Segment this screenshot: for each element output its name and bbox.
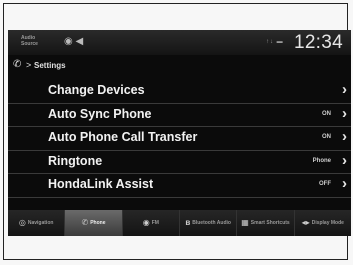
settings-list: Change Devices › Auto Sync Phone ON › Au… xyxy=(8,80,351,198)
page-title: Settings xyxy=(34,61,66,70)
figure-frame: Audio Source ◉ ◀ ↑↓ ▬ 12:34 ✆ > Settings… xyxy=(3,3,351,260)
chevron-right-icon: › xyxy=(342,128,347,145)
tab-fm[interactable]: ◉ FM xyxy=(122,210,180,236)
display-mode-icon: ◂▸ xyxy=(301,218,310,227)
tab-smart-shortcuts[interactable]: ▦ Smart Shortcuts xyxy=(237,210,295,236)
radio-icon: ◉ xyxy=(142,218,150,227)
tab-label: Navigation xyxy=(27,220,54,226)
grid-icon: ▦ xyxy=(241,218,249,227)
tab-display-mode[interactable]: ◂▸ Display Mode xyxy=(294,210,351,236)
chevron-right-icon: › xyxy=(342,175,347,192)
clock: 12:34 xyxy=(293,32,343,53)
tab-label: FM xyxy=(151,220,159,226)
breadcrumb: ✆ > Settings xyxy=(8,57,351,75)
menu-item-label: HondaLink Assist xyxy=(48,177,154,191)
menu-item-label: Auto Sync Phone xyxy=(48,106,152,121)
navigation-icon: ◎ xyxy=(18,218,26,227)
chevron-right-icon: › xyxy=(342,104,347,122)
tab-label: Phone xyxy=(90,220,106,226)
menu-item-value: OFF xyxy=(319,181,331,187)
menu-item-label: Auto Phone Call Transfer xyxy=(48,130,198,144)
chevron-right-icon: › xyxy=(342,81,347,98)
tab-label: Bluetooth Audio xyxy=(192,220,231,226)
menu-item-value: Phone xyxy=(312,157,331,164)
phone-icon[interactable]: ✆ xyxy=(13,59,21,70)
audio-source-button[interactable]: Audio Source xyxy=(21,35,39,47)
tab-navigation[interactable]: ◎ Navigation xyxy=(8,210,66,236)
menu-item-auto-sync-phone[interactable]: Auto Sync Phone ON › xyxy=(8,104,351,127)
menu-item-hondalink-assist[interactable]: HondaLink Assist OFF › xyxy=(8,174,351,198)
tab-phone[interactable]: ✆ Phone xyxy=(65,210,123,236)
volume-mute-icon[interactable]: ◉ ◀ xyxy=(64,36,83,47)
bottom-nav: ◎ Navigation ✆ Phone ◉ FM ʙ Bluetooth Au… xyxy=(8,210,351,236)
menu-item-value: ON xyxy=(322,134,331,140)
menu-item-change-devices[interactable]: Change Devices › xyxy=(8,80,351,104)
phone-icon: ✆ xyxy=(81,218,89,227)
infotainment-screen: Audio Source ◉ ◀ ↑↓ ▬ 12:34 ✆ > Settings… xyxy=(8,30,351,236)
menu-item-value: ON xyxy=(322,110,331,117)
breadcrumb-separator: > xyxy=(26,60,32,70)
tab-label: Display Mode xyxy=(311,220,344,226)
menu-item-ringtone[interactable]: Ringtone Phone › xyxy=(8,151,351,174)
tab-bluetooth-audio[interactable]: ʙ Bluetooth Audio xyxy=(179,210,238,236)
bluetooth-icon: ʙ xyxy=(185,218,191,227)
menu-item-label: Ringtone xyxy=(48,153,103,168)
status-bar: Audio Source ◉ ◀ ↑↓ ▬ 12:34 xyxy=(8,30,351,55)
tab-label: Smart Shortcuts xyxy=(250,220,290,226)
signal-status-icon: ↑↓ ▬ xyxy=(266,39,284,45)
menu-item-auto-phone-call-transfer[interactable]: Auto Phone Call Transfer ON › xyxy=(8,127,351,151)
menu-item-label: Change Devices xyxy=(48,83,145,97)
chevron-right-icon: › xyxy=(342,151,347,169)
